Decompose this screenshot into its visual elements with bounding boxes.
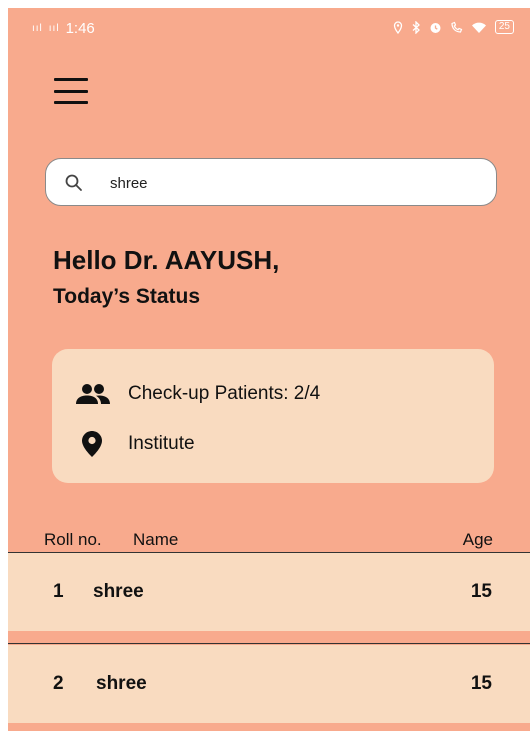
clock-time: 1:46 [65, 20, 95, 37]
institute-label: Institute [128, 433, 195, 454]
location-pin-icon [76, 431, 110, 457]
row-age: 15 [470, 673, 492, 694]
table-header: Roll no. Name Age [8, 526, 530, 552]
menu-button[interactable] [54, 78, 88, 104]
row-age: 15 [470, 581, 492, 602]
app-screen: ııl ııl 1:46 25 Hello Dr. AAYUSH, Today’… [8, 8, 530, 731]
status-subtitle: Today’s Status [53, 285, 201, 308]
table-divider [8, 643, 530, 644]
row-roll-no: 2 [53, 673, 64, 694]
patients-row: Check-up Patients: 2/4 [76, 381, 320, 407]
header-roll-no: Roll no. [44, 530, 102, 549]
alarm-icon [430, 22, 441, 33]
signal-icon: ııl [48, 23, 60, 34]
row-name: shree [93, 581, 144, 602]
greeting-title: Hello Dr. AAYUSH, [53, 245, 280, 275]
location-row: Institute [76, 431, 195, 457]
signal-icon: ııl [32, 23, 43, 34]
menu-icon-line [54, 89, 88, 93]
call-icon [451, 21, 463, 33]
bluetooth-icon [412, 20, 420, 34]
table-row[interactable]: 2 shree 15 [8, 645, 530, 723]
search-icon [65, 174, 82, 191]
menu-icon-line [54, 101, 88, 104]
people-icon [76, 381, 110, 407]
row-name: shree [96, 673, 147, 694]
location-icon [393, 20, 403, 34]
battery-icon: 25 [494, 20, 514, 34]
status-bar-left: ııl ııl 1:46 [32, 20, 95, 37]
table-row[interactable]: 1 shree 15 [8, 553, 530, 631]
status-bar-right: 25 [393, 20, 514, 34]
header-age: Age [462, 530, 493, 549]
wifi-icon [471, 22, 486, 33]
row-roll-no: 1 [53, 581, 64, 602]
search-bar[interactable] [45, 158, 497, 206]
status-card: Check-up Patients: 2/4 Institute [52, 349, 494, 483]
search-input[interactable] [108, 169, 472, 197]
header-name: Name [133, 530, 179, 549]
status-bar: ııl ııl 1:46 25 [8, 8, 530, 48]
menu-icon [54, 78, 88, 81]
patients-count: Check-up Patients: 2/4 [128, 383, 321, 404]
